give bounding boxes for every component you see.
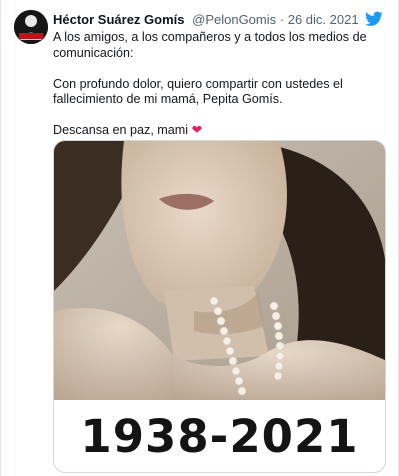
author-handle[interactable]: @PelonGomis	[192, 12, 276, 27]
meta-separator: ·	[279, 12, 285, 27]
farewell-text: Descansa en paz, mami	[53, 123, 189, 137]
twitter-bird-icon[interactable]	[365, 11, 383, 27]
avatar[interactable]	[14, 10, 48, 44]
author-name[interactable]: Héctor Suárez Gomís	[53, 12, 185, 27]
tweet-line-greeting: A los amigos, a los compañeros y a todos…	[53, 30, 367, 60]
tweet-text: A los amigos, a los compañeros y a todos…	[53, 30, 391, 139]
media-caption-years: 1938-2021	[54, 400, 385, 472]
tweet-header: Héctor Suárez Gomís @PelonGomis · 26 dic…	[53, 12, 359, 28]
avatar-image	[14, 10, 48, 44]
tweet-line-announcement: Con profundo dolor, quiero compartir con…	[53, 76, 343, 107]
tweet-date[interactable]: 26 dic. 2021	[288, 12, 359, 27]
tweet-line-farewell: Descansa en paz, mami ❤	[53, 123, 391, 139]
portrait-photo	[54, 141, 385, 403]
heart-emoji-icon: ❤	[191, 123, 203, 137]
tweet-card[interactable]: Héctor Suárez Gomís @PelonGomis · 26 dic…	[0, 0, 399, 476]
tweet-media-image[interactable]: 1938-2021	[53, 140, 386, 473]
